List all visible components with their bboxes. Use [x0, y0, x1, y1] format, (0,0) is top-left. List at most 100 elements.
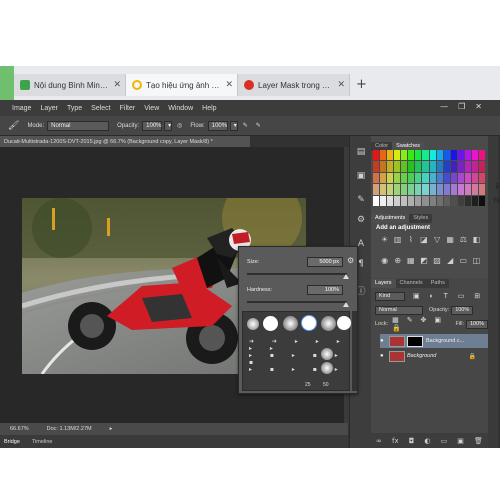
color-swatch[interactable] — [408, 195, 415, 206]
color-swatch[interactable] — [422, 172, 429, 184]
color-balance-icon[interactable]: ⚖ — [457, 235, 470, 252]
color-swatch[interactable] — [443, 184, 450, 195]
color-swatch[interactable] — [387, 172, 394, 184]
brush-tip[interactable] — [337, 316, 351, 330]
menu-window[interactable]: Window — [168, 105, 193, 112]
layer-background-copy[interactable]: ● Background c... — [380, 334, 488, 348]
hardness-field[interactable]: 100% — [307, 285, 343, 295]
tab-adjustments[interactable]: Adjustments — [371, 214, 410, 223]
brush-tip-row[interactable]: ➔ ➔ ▸ ▸ ▸ ▸ ▸ — [249, 338, 349, 352]
color-swatch[interactable] — [457, 184, 464, 195]
color-swatch[interactable] — [408, 161, 415, 172]
selective-color-icon[interactable]: ◫ — [470, 256, 483, 273]
brush-tool-icon[interactable]: 🖌 — [8, 120, 19, 131]
fx-icon[interactable]: fx — [392, 437, 399, 445]
kind-dropdown[interactable]: Kind — [375, 291, 405, 301]
hardness-slider-handle[interactable] — [343, 302, 349, 307]
menu-help[interactable]: Help — [202, 105, 216, 112]
tab-channels[interactable]: Channels — [395, 279, 427, 288]
black-white-icon[interactable]: ◧ — [470, 235, 483, 252]
color-swatch[interactable] — [450, 172, 457, 184]
color-swatch[interactable] — [471, 195, 478, 206]
brush-tip-selected[interactable] — [301, 315, 317, 331]
color-swatch[interactable] — [457, 172, 464, 184]
color-swatch[interactable] — [380, 195, 387, 206]
threshold-icon[interactable]: ◢ — [444, 256, 457, 273]
layer-opacity-field[interactable]: 100% — [451, 305, 474, 315]
color-swatch[interactable] — [380, 172, 387, 184]
color-swatch[interactable] — [373, 161, 380, 172]
brightness-icon[interactable]: ☀ — [378, 235, 391, 252]
size-slider[interactable] — [247, 273, 347, 275]
tab-layers[interactable]: Layers — [371, 279, 396, 288]
exposure-icon[interactable]: ◪ — [417, 235, 430, 252]
brush-panel-icon[interactable]: ✎ — [355, 194, 367, 206]
color-swatch[interactable] — [408, 172, 415, 184]
chevron-down-icon[interactable]: ▾ — [164, 120, 173, 131]
color-swatch[interactable] — [422, 184, 429, 195]
color-swatch[interactable] — [422, 161, 429, 172]
new-layer-icon[interactable]: ▣ — [457, 437, 464, 445]
color-swatch[interactable] — [380, 161, 387, 172]
color-swatch[interactable] — [450, 195, 457, 206]
color-swatch[interactable] — [436, 172, 443, 184]
color-swatch[interactable] — [429, 172, 436, 184]
color-swatch[interactable] — [387, 184, 394, 195]
color-swatch[interactable] — [422, 150, 429, 161]
color-swatch[interactable] — [436, 150, 443, 161]
brush-tip[interactable] — [321, 362, 333, 374]
menu-view[interactable]: View — [144, 105, 159, 112]
color-swatch[interactable] — [408, 184, 415, 195]
pressure-size-icon[interactable]: ✎ — [256, 122, 261, 129]
color-swatch[interactable] — [464, 172, 471, 184]
brush-tip[interactable] — [321, 316, 336, 331]
color-swatch[interactable] — [401, 150, 408, 161]
color-swatch[interactable] — [436, 184, 443, 195]
color-swatch[interactable] — [415, 195, 422, 206]
tab-styles[interactable]: Styles — [409, 214, 433, 223]
lock-icons[interactable]: ▦ ✎ ✥ ▣ 🔒 — [392, 316, 451, 332]
close-icon[interactable]: ✕ — [113, 79, 121, 90]
document-tab[interactable]: Ducati-Multistrada-1200S-DVT-2015.jpg @ … — [0, 136, 250, 147]
color-swatch[interactable] — [457, 161, 464, 172]
brush-tip[interactable] — [263, 316, 278, 331]
adjustment-layer-icon[interactable]: ◐ — [424, 437, 430, 445]
color-swatch[interactable] — [450, 161, 457, 172]
properties-icon[interactable]: ▣ — [355, 170, 367, 182]
history-icon[interactable]: ▤ — [355, 146, 367, 158]
color-swatch[interactable] — [436, 195, 443, 206]
fill-field[interactable]: 100% — [466, 319, 488, 329]
color-swatch[interactable] — [422, 195, 429, 206]
color-swatch[interactable] — [443, 195, 450, 206]
blend-mode-dropdown[interactable]: Normal — [375, 305, 423, 315]
color-swatch[interactable] — [464, 195, 471, 206]
color-swatch[interactable] — [394, 150, 401, 161]
layer-name[interactable]: Background c... — [426, 338, 464, 344]
color-swatch[interactable] — [373, 195, 380, 206]
brush-tip-row[interactable]: ▸ ▪ ▸ ▪ ▸ ▪ — [249, 352, 349, 366]
color-swatch[interactable] — [450, 150, 457, 161]
layer-mask-thumbnail[interactable] — [407, 335, 423, 347]
brush-tip[interactable] — [283, 316, 298, 331]
levels-icon[interactable]: ▥ — [391, 235, 404, 252]
brush-tip[interactable] — [247, 318, 259, 330]
minimize-icon[interactable]: — — [440, 102, 448, 111]
color-swatch[interactable] — [429, 195, 436, 206]
color-swatch[interactable] — [443, 150, 450, 161]
color-swatch[interactable] — [478, 172, 485, 184]
color-swatch[interactable] — [373, 172, 380, 184]
color-swatch[interactable] — [415, 161, 422, 172]
color-swatch[interactable] — [394, 172, 401, 184]
color-swatch[interactable] — [429, 161, 436, 172]
color-swatch[interactable] — [471, 150, 478, 161]
color-swatch[interactable] — [429, 150, 436, 161]
size-slider-handle[interactable] — [343, 274, 349, 279]
color-swatch[interactable] — [387, 161, 394, 172]
color-lookup-icon[interactable]: ▦ — [404, 256, 417, 273]
browser-tab-2[interactable]: Tạo hiệu ứng ảnh chụp Pa... ✕ — [126, 74, 238, 96]
color-swatch[interactable] — [471, 161, 478, 172]
color-swatch[interactable] — [415, 172, 422, 184]
gear-icon[interactable]: ⚙ — [347, 256, 354, 265]
zoom-value[interactable]: 66.67% — [10, 426, 29, 432]
menu-select[interactable]: Select — [91, 105, 110, 112]
